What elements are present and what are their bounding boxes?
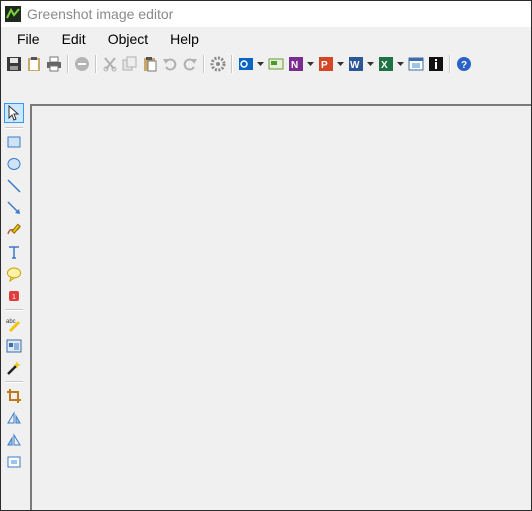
toolbar-separator [231,55,233,73]
outlook-icon[interactable] [237,55,255,73]
rectangle-icon[interactable] [5,133,23,151]
word-icon[interactable]: W [347,55,365,73]
redo-icon[interactable] [181,55,199,73]
clipboard-icon[interactable] [25,55,43,73]
info-icon[interactable] [427,55,445,73]
menu-help[interactable]: Help [162,29,207,49]
excel-dropdown-icon[interactable] [396,55,404,73]
svg-text:N: N [291,60,298,71]
print-icon[interactable] [45,55,63,73]
onenote-icon[interactable]: N [287,55,305,73]
select-icon[interactable] [4,103,24,123]
line-icon[interactable] [5,177,23,195]
menu-edit[interactable]: Edit [54,29,94,49]
onenote-dropdown-icon[interactable] [306,55,314,73]
toolbar-separator [95,55,97,73]
window-icon[interactable] [407,55,425,73]
title-bar: Greenshot image editor [1,1,531,27]
svg-text:?: ? [461,60,467,71]
rotate-right-icon[interactable] [5,431,23,449]
toolbar-separator [203,55,205,73]
outlook-dropdown-icon[interactable] [256,55,264,73]
word-dropdown-icon[interactable] [366,55,374,73]
highlight-icon[interactable]: abc [5,315,23,333]
greenshot-app-icon [5,6,21,22]
delete-icon[interactable] [73,55,91,73]
paste-icon[interactable] [141,55,159,73]
freehand-icon[interactable] [5,221,23,239]
arrow-icon[interactable] [5,199,23,217]
resize-icon[interactable] [5,453,23,471]
menu-bar: File Edit Object Help [1,27,531,51]
effects-icon[interactable] [5,359,23,377]
cut-icon[interactable] [101,55,119,73]
drawing-toolbar: 1 abc [3,101,25,473]
crop-icon[interactable] [5,387,23,405]
main-toolbar: N P W X ? [1,51,531,77]
editor-window: Greenshot image editor File Edit Object … [0,0,532,511]
save-icon[interactable] [5,55,23,73]
svg-text:P: P [321,60,328,71]
editor-canvas[interactable] [30,104,531,510]
window-title: Greenshot image editor [27,6,174,22]
tool-separator [5,309,23,311]
obfuscate-icon[interactable] [5,337,23,355]
ellipse-icon[interactable] [5,155,23,173]
speechbubble-icon[interactable] [5,265,23,283]
rotate-left-icon[interactable] [5,409,23,427]
svg-text:W: W [350,60,360,71]
tool-separator [5,381,23,383]
powerpoint-dropdown-icon[interactable] [336,55,344,73]
toolbar-separator [67,55,69,73]
svg-text:abc: abc [6,319,16,325]
help-icon[interactable]: ? [455,55,473,73]
powerpoint-icon[interactable]: P [317,55,335,73]
settings-icon[interactable] [209,55,227,73]
toolbar-separator [449,55,451,73]
undo-icon[interactable] [161,55,179,73]
svg-text:1: 1 [12,294,16,301]
copy-icon[interactable] [121,55,139,73]
text-icon[interactable] [5,243,23,261]
excel-icon[interactable]: X [377,55,395,73]
counter-icon[interactable]: 1 [5,287,23,305]
menu-file[interactable]: File [9,29,48,49]
tool-separator [5,127,23,129]
svg-text:X: X [381,60,388,71]
email-icon[interactable] [267,55,285,73]
menu-object[interactable]: Object [100,29,156,49]
